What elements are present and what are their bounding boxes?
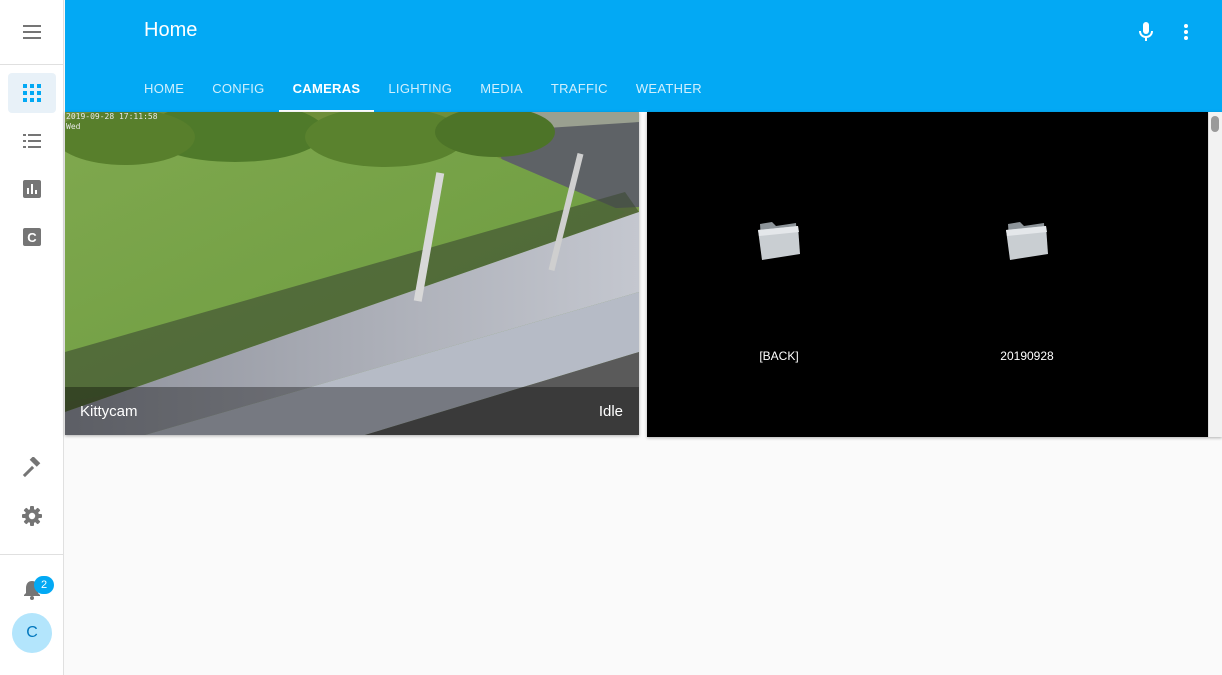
microphone-icon	[1139, 22, 1153, 41]
camera-card-footer: Kittycam Idle	[65, 387, 639, 435]
camera-state: Idle	[598, 403, 623, 420]
list-icon	[23, 134, 41, 148]
file-browser-card: [BACK] 20190928	[647, 112, 1222, 437]
sidebar-divider-bottom	[0, 554, 64, 555]
camera-timestamp-date: 2019-09-28 17:11:58	[66, 112, 158, 121]
sidebar-item-developer-tools[interactable]	[8, 448, 56, 488]
sidebar-item-history[interactable]	[8, 169, 56, 209]
hammer-icon	[22, 457, 41, 478]
vertical-scrollbar[interactable]	[1208, 112, 1222, 437]
sidebar: C 2 C	[0, 0, 64, 675]
more-options-button[interactable]	[1174, 20, 1198, 44]
view-tabs: HOME CONFIG CAMERAS LIGHTING MEDIA TRAFF…	[130, 64, 716, 112]
scrollbar-thumb[interactable]	[1211, 116, 1219, 132]
camera-timestamp-day: Wed	[66, 122, 81, 131]
sidebar-item-settings[interactable]	[8, 496, 56, 536]
folder-back[interactable]: [BACK]	[729, 112, 829, 363]
tab-lighting[interactable]: LIGHTING	[374, 64, 466, 112]
folder-label: [BACK]	[759, 349, 799, 363]
hamburger-menu-icon[interactable]	[20, 20, 44, 44]
more-vertical-icon	[1184, 24, 1188, 40]
sidebar-divider-top	[0, 64, 64, 65]
tab-media[interactable]: MEDIA	[466, 64, 537, 112]
sidebar-item-logbook[interactable]	[8, 121, 56, 161]
folder-icon	[1006, 222, 1048, 260]
tab-config[interactable]: CONFIG	[198, 64, 278, 112]
user-avatar[interactable]: C	[12, 613, 52, 653]
tab-traffic[interactable]: TRAFFIC	[537, 64, 622, 112]
camera-card-kittycam[interactable]: 2019-09-28 17:11:58 Wed Kittycam Idle	[65, 112, 639, 435]
tab-weather[interactable]: WEATHER	[622, 64, 716, 112]
folder-label: 20190928	[1000, 349, 1054, 363]
microphone-button[interactable]	[1134, 20, 1158, 44]
grid-icon	[23, 84, 41, 102]
camera-timestamp: 2019-09-28 17:11:58 Wed	[66, 112, 158, 132]
tab-cameras[interactable]: CAMERAS	[278, 64, 375, 112]
config-c-icon: C	[23, 228, 41, 246]
svg-text:C: C	[27, 230, 37, 245]
camera-name: Kittycam	[80, 403, 138, 420]
sidebar-item-configurator[interactable]: C	[8, 217, 56, 257]
tab-home[interactable]: HOME	[130, 64, 198, 112]
notification-count-badge: 2	[34, 576, 54, 594]
page-title: Home	[144, 19, 198, 41]
folder-icon	[758, 222, 800, 260]
gear-icon	[22, 506, 42, 526]
bar-chart-icon	[23, 180, 41, 198]
folder-20190928[interactable]: 20190928	[977, 112, 1077, 363]
sidebar-item-overview[interactable]	[8, 73, 56, 113]
